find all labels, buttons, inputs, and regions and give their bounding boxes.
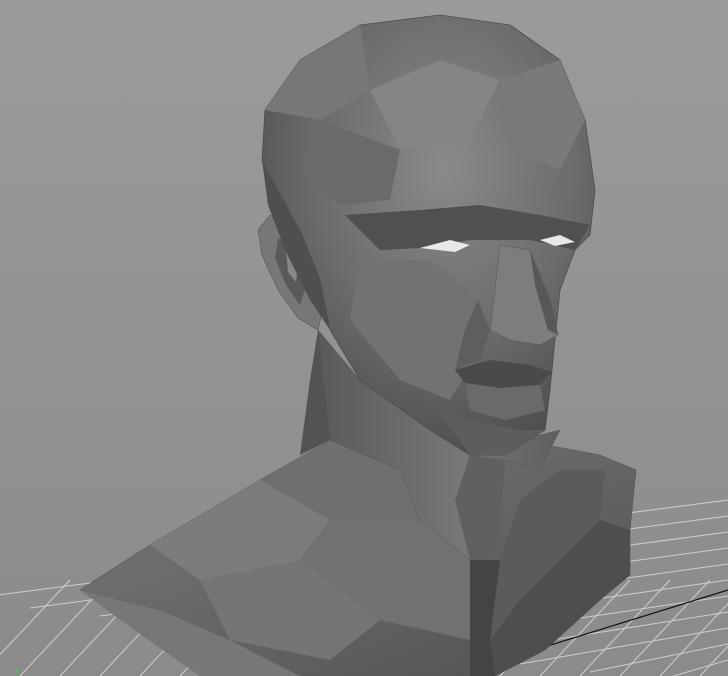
grid-line bbox=[671, 659, 728, 676]
axis-indicator-x: x bbox=[14, 666, 20, 676]
3d-viewport[interactable]: x bbox=[0, 0, 728, 676]
viewport-canvas[interactable]: x bbox=[0, 0, 728, 676]
grid-line bbox=[659, 602, 728, 676]
bust-torso[interactable] bbox=[79, 439, 637, 676]
grid-line bbox=[0, 579, 71, 656]
grid-line bbox=[619, 579, 711, 676]
